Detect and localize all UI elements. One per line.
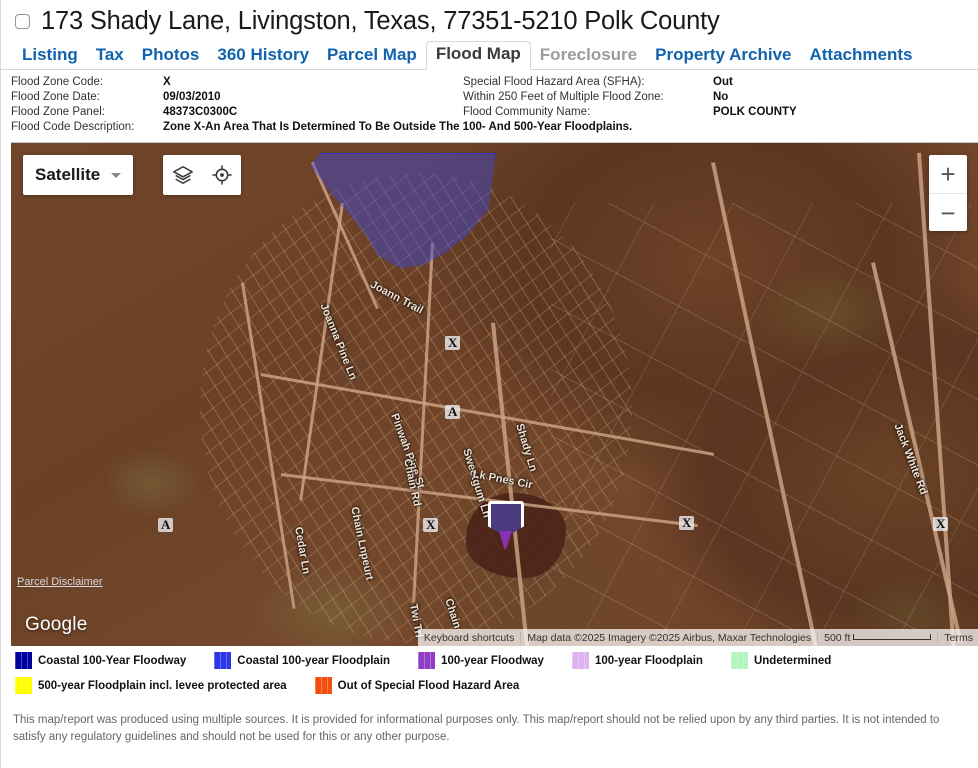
flood-code-description-value: Zone X-An Area That Is Determined To Be …	[163, 121, 633, 133]
sfha-field: Special Flood Hazard Area (SFHA): Out	[463, 75, 733, 90]
flood-info-panel: Flood Zone Code: X Special Flood Hazard …	[1, 70, 978, 139]
flood-community-name-label: Flood Community Name:	[463, 106, 591, 118]
flood-community-name-value: POLK COUNTY	[713, 106, 797, 118]
tab-360-history[interactable]: 360 History	[208, 43, 318, 70]
tab-parcel-map[interactable]: Parcel Map	[318, 43, 426, 70]
legend-label: 500-year Floodplain incl. levee protecte…	[38, 679, 287, 692]
legend-item: 500-year Floodplain incl. levee protecte…	[15, 677, 287, 694]
zoom-out-button[interactable]: −	[929, 193, 967, 231]
legend-row: Coastal 100-Year Floodway Coastal 100-yea…	[15, 652, 978, 669]
flood-zone-badge: A	[158, 518, 174, 532]
tab-tax[interactable]: Tax	[87, 43, 133, 70]
map-attribution-bar: Keyboard shortcuts Map data ©2025 Imager…	[417, 629, 978, 646]
legend-item: Coastal 100-Year Floodway	[15, 652, 186, 669]
flood-zone-code-value: X	[163, 76, 171, 88]
flood-zone-badge: X	[679, 516, 695, 530]
legend-item: 100-year Floodplain	[571, 652, 703, 669]
flood-zone-badge: X	[933, 517, 949, 531]
property-location-marker[interactable]	[488, 501, 524, 549]
flood-zone-date-value: 09/03/2010	[163, 91, 221, 103]
flood-map-canvas[interactable]: 3126 Joann TrailJoanna Pine LnPinwah Pin…	[11, 142, 978, 646]
within-250-feet-label: Within 250 Feet of Multiple Flood Zone:	[463, 91, 664, 103]
map-scale-label: 500 ft	[824, 631, 851, 644]
flood-community-name-field: Flood Community Name: POLK COUNTY	[463, 105, 797, 120]
legend-item: 100-year Floodway	[418, 652, 544, 669]
zoom-controls: + −	[929, 155, 967, 231]
map-data-attribution: Map data ©2025 Imagery ©2025 Airbus, Max…	[527, 631, 812, 644]
map-imagery: 3126 Joann TrailJoanna Pine LnPinwah Pin…	[11, 143, 978, 646]
flood-zone-date-label: Flood Zone Date:	[11, 91, 100, 103]
map-scale-bar: 500 ft	[818, 632, 937, 644]
within-250-feet-value: No	[713, 91, 729, 103]
legend-color-swatch	[418, 652, 436, 669]
layers-button[interactable]	[163, 155, 202, 195]
legend-color-swatch	[214, 652, 232, 669]
tab-attachments[interactable]: Attachments	[800, 43, 921, 70]
map-tool-group	[163, 155, 241, 195]
within-250-feet-field: Within 250 Feet of Multiple Flood Zone: …	[463, 90, 728, 105]
locate-button[interactable]	[202, 155, 241, 195]
flood-zone-date-field: Flood Zone Date: 09/03/2010	[11, 90, 463, 105]
tab-flood-map[interactable]: Flood Map	[425, 41, 531, 70]
page-title: 173 Shady Lane, Livingston, Texas, 77351…	[41, 6, 720, 35]
flood-zone-code-label: Flood Zone Code:	[11, 76, 104, 88]
legend-color-swatch	[314, 677, 332, 694]
tab-bar: Listing Tax Photos 360 History Parcel Ma…	[1, 40, 978, 70]
tab-listing[interactable]: Listing	[13, 43, 87, 70]
sfha-value: Out	[713, 76, 733, 88]
legend-label: Out of Special Flood Hazard Area	[337, 679, 520, 692]
report-disclaimer: This map/report was produced using multi…	[13, 714, 940, 743]
property-header: 173 Shady Lane, Livingston, Texas, 77351…	[1, 0, 978, 40]
legend-color-swatch	[15, 677, 32, 694]
zoom-in-button[interactable]: +	[929, 155, 967, 193]
flood-zone-panel-value: 48373C0300C	[163, 106, 238, 118]
map-type-label: Satellite	[35, 165, 101, 184]
select-property-checkbox[interactable]	[15, 13, 30, 29]
tab-foreclosure: Foreclosure	[539, 45, 638, 64]
flood-zone-panel-label: Flood Zone Panel:	[11, 106, 105, 118]
flood-info-row: Flood Zone Panel: 48373C0300C Flood Comm…	[11, 105, 978, 120]
chevron-down-icon	[111, 172, 122, 178]
target-locate-icon	[211, 165, 232, 185]
legend-item: Coastal 100-year Floodplain	[214, 652, 390, 669]
terms-link[interactable]: Terms	[938, 632, 978, 644]
legend-label: Coastal 100-Year Floodway	[38, 654, 187, 667]
flood-zone-panel-field: Flood Zone Panel: 48373C0300C	[11, 105, 463, 120]
flood-zone-badge: X	[445, 336, 461, 350]
legend-color-swatch	[730, 652, 748, 669]
flood-zone-badge: A	[445, 405, 461, 419]
keyboard-shortcuts-link[interactable]: Keyboard shortcuts	[418, 632, 520, 644]
layers-icon	[172, 165, 193, 185]
parcel-disclaimer-link[interactable]: Parcel Disclaimer	[17, 576, 103, 588]
legend-label: 100-year Floodway	[441, 654, 544, 667]
flood-code-description-field: Flood Code Description: Zone X-An Area T…	[11, 120, 978, 135]
legend-label: Undetermined	[753, 654, 832, 667]
legend-color-swatch	[15, 652, 32, 669]
flood-zone-code-field: Flood Zone Code: X	[11, 75, 463, 90]
google-watermark: Google	[25, 614, 88, 635]
legend-item: Undetermined	[730, 652, 832, 669]
tab-photos[interactable]: Photos	[133, 43, 209, 70]
legend-row: 500-year Floodplain incl. levee protecte…	[15, 677, 978, 694]
tab-property-archive[interactable]: Property Archive	[646, 43, 800, 70]
legend-label: Coastal 100-year Floodplain	[237, 654, 391, 667]
legend-item: Out of Special Flood Hazard Area	[314, 677, 520, 694]
map-type-selector[interactable]: Satellite	[23, 155, 134, 195]
scale-bar-line	[853, 633, 932, 640]
flood-zone-badge: X	[423, 518, 439, 532]
flood-legend: Coastal 100-Year Floodway Coastal 100-yea…	[1, 646, 978, 704]
flood-map-page: 173 Shady Lane, Livingston, Texas, 77351…	[0, 0, 978, 768]
flood-info-row: Flood Zone Date: 09/03/2010 Within 250 F…	[11, 90, 978, 105]
sfha-label: Special Flood Hazard Area (SFHA):	[463, 76, 645, 88]
flood-code-description-label: Flood Code Description:	[11, 121, 135, 133]
flood-info-row: Flood Zone Code: X Special Flood Hazard …	[11, 75, 978, 90]
legend-color-swatch	[571, 652, 589, 669]
legend-label: 100-year Floodplain	[594, 654, 703, 667]
